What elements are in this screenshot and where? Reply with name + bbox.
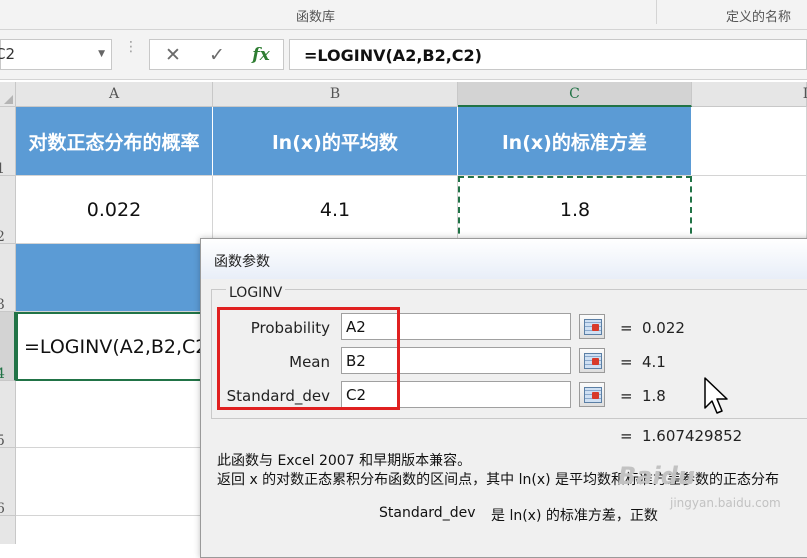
param-equals: =	[620, 387, 633, 405]
column-header-b[interactable]: B	[213, 82, 458, 107]
column-header-c[interactable]: C	[458, 82, 692, 107]
row-header-6[interactable]: 6	[0, 448, 16, 516]
param-value-probability: 0.022	[642, 319, 685, 337]
row-header-4[interactable]: 4	[0, 312, 16, 381]
function-name: LOGINV	[226, 285, 286, 301]
param-value-standard-dev: 1.8	[642, 387, 666, 405]
cell-a7[interactable]	[16, 516, 213, 544]
formula-bar: C2 ▼ ⋮ ✕ ✓ fx =LOGINV(A2,B2,C2)	[0, 30, 807, 80]
row-header-2[interactable]: 2	[0, 176, 16, 244]
result-value: 1.607429852	[642, 427, 743, 445]
param-value-mean: 4.1	[642, 353, 666, 371]
param-equals: =	[620, 353, 633, 371]
cell-a1[interactable]: 对数正态分布的概率	[16, 107, 213, 176]
mouse-pointer-icon	[704, 377, 728, 414]
ribbon-separator	[656, 0, 657, 24]
grip-dots-icon: ⋮	[124, 39, 138, 55]
cell-c1[interactable]: ln(x)的标准方差	[458, 107, 692, 176]
watermark-brand: Baidu	[618, 462, 695, 490]
row-header-3[interactable]: 3	[0, 244, 16, 312]
name-box[interactable]: C2 ▼	[0, 39, 112, 70]
cell-b2[interactable]: 4.1	[213, 176, 458, 244]
compat-note: 此函数与 Excel 2007 和早期版本兼容。	[217, 453, 472, 469]
ribbon-group-defined-names[interactable]: 定义的名称	[726, 6, 791, 25]
column-header-a[interactable]: A	[16, 82, 213, 107]
enter-icon[interactable]: ✓	[200, 42, 234, 68]
watermark-site: jingyan.baidu.com	[670, 496, 781, 510]
range-select-icon[interactable]	[579, 382, 605, 407]
cell-a6[interactable]	[16, 448, 213, 516]
row-header-5[interactable]: 5	[0, 381, 16, 448]
highlight-box	[217, 307, 400, 410]
dropdown-arrow-icon[interactable]: ▼	[98, 49, 105, 59]
cell-b1[interactable]: ln(x)的平均数	[213, 107, 458, 176]
param-equals: =	[620, 319, 633, 337]
param-help-text: 是 ln(x) 的标准方差，正数	[491, 508, 658, 524]
fx-icon[interactable]: fx	[244, 42, 278, 68]
row-header-1[interactable]: 1	[0, 107, 16, 176]
param-help-name: Standard_dev	[379, 505, 476, 521]
column-header-d[interactable]: D	[692, 82, 807, 107]
cell-c2[interactable]: 1.8	[458, 176, 692, 244]
range-select-icon[interactable]	[579, 314, 605, 339]
result-equals: =	[620, 427, 633, 445]
cell-a2[interactable]: 0.022	[16, 176, 213, 244]
cell-a3[interactable]	[16, 244, 213, 312]
formula-input[interactable]: =LOGINV(A2,B2,C2)	[289, 39, 807, 70]
select-all-corner[interactable]	[0, 82, 16, 107]
ribbon-group-function-library[interactable]: 函数库	[296, 6, 335, 25]
dialog-title[interactable]: 函数参数	[201, 239, 807, 279]
ribbon-bottom: 函数库 定义的名称	[0, 0, 807, 30]
cell-a5[interactable]	[16, 381, 213, 448]
row-header-7[interactable]	[0, 516, 16, 544]
cancel-icon[interactable]: ✕	[156, 42, 190, 68]
cell-a4-editing[interactable]: =LOGINV(A2,B2,C2)	[16, 312, 213, 381]
range-select-icon[interactable]	[579, 348, 605, 373]
formula-buttons: ✕ ✓ fx	[149, 39, 284, 70]
cell-d1[interactable]	[692, 107, 807, 176]
name-box-value: C2	[0, 45, 16, 63]
cell-d2[interactable]	[692, 176, 807, 244]
